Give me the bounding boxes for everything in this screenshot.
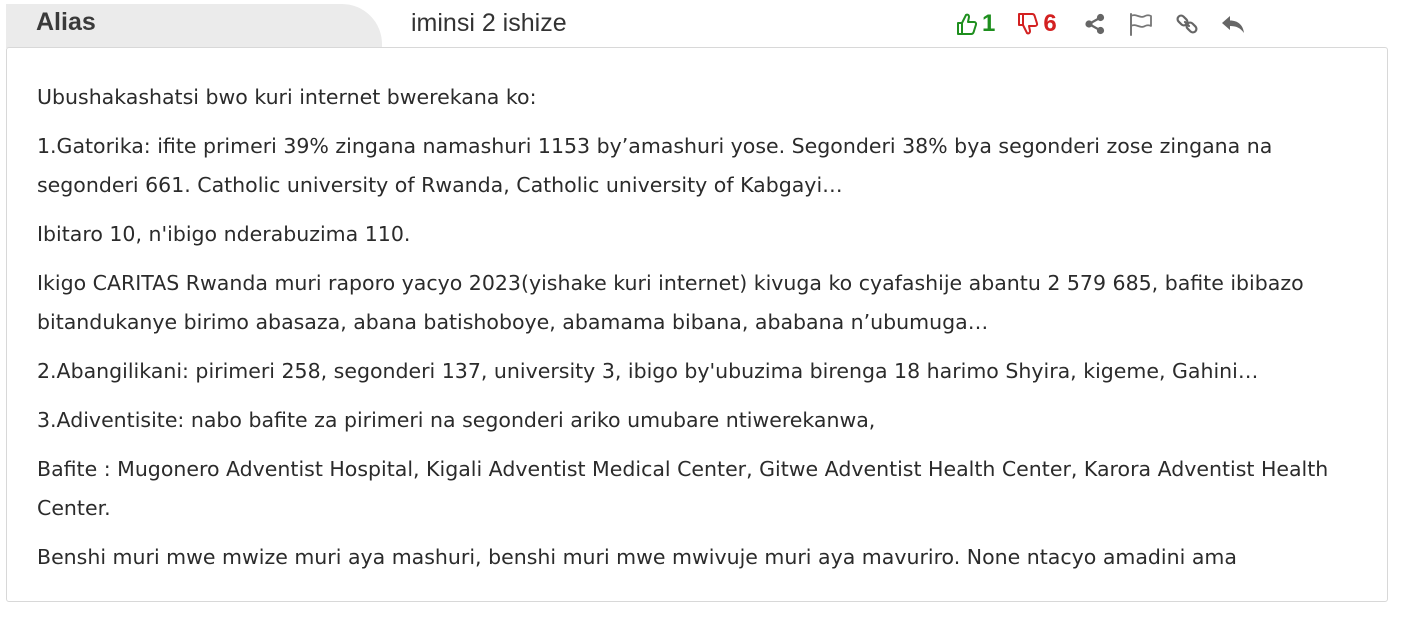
comment-timestamp: iminsi 2 ishize bbox=[411, 9, 567, 37]
like-button[interactable]: 1 bbox=[956, 10, 995, 38]
like-count: 1 bbox=[982, 10, 996, 37]
comment-paragraph: 1.Gatorika: ifite primeri 39% zingana na… bbox=[37, 134, 1273, 197]
comment-paragraph: 2.Abangilikani: pirimeri 258, segonderi … bbox=[37, 359, 1259, 383]
reply-icon[interactable] bbox=[1220, 12, 1246, 36]
link-icon[interactable] bbox=[1175, 12, 1199, 36]
thumbs-down-icon bbox=[1017, 12, 1039, 36]
author-name[interactable]: Alias bbox=[36, 7, 96, 37]
flag-icon[interactable] bbox=[1128, 12, 1154, 36]
comment-paragraph: Ubushakashatsi bwo kuri internet bwereka… bbox=[37, 85, 537, 109]
comment-paragraph: Ibitaro 10, n'ibigo nderabuzima 110. bbox=[37, 222, 411, 246]
comment-paragraph: Benshi muri mwe mwize muri aya mashuri, … bbox=[37, 545, 1237, 569]
comment-paragraph: 3.Adiventisite: nabo bafite za pirimeri … bbox=[37, 408, 876, 432]
thumbs-up-icon bbox=[956, 12, 978, 36]
comment-text: Ubushakashatsi bwo kuri internet bwereka… bbox=[37, 78, 1337, 587]
comment-header: Alias iminsi 2 ishize 1 6 bbox=[0, 0, 1402, 48]
comment-actions: 1 6 bbox=[956, 8, 1267, 40]
share-icon[interactable] bbox=[1083, 12, 1107, 36]
author-tab: Alias bbox=[6, 4, 382, 48]
dislike-button[interactable]: 6 bbox=[1017, 10, 1057, 38]
comment-paragraph: Bafite : Mugonero Adventist Hospital, Ki… bbox=[37, 457, 1329, 520]
dislike-count: 6 bbox=[1043, 10, 1057, 37]
comment-paragraph: Ikigo CARITAS Rwanda muri raporo yacyo 2… bbox=[37, 271, 1304, 334]
comment-body-box: Ubushakashatsi bwo kuri internet bwereka… bbox=[6, 47, 1388, 602]
